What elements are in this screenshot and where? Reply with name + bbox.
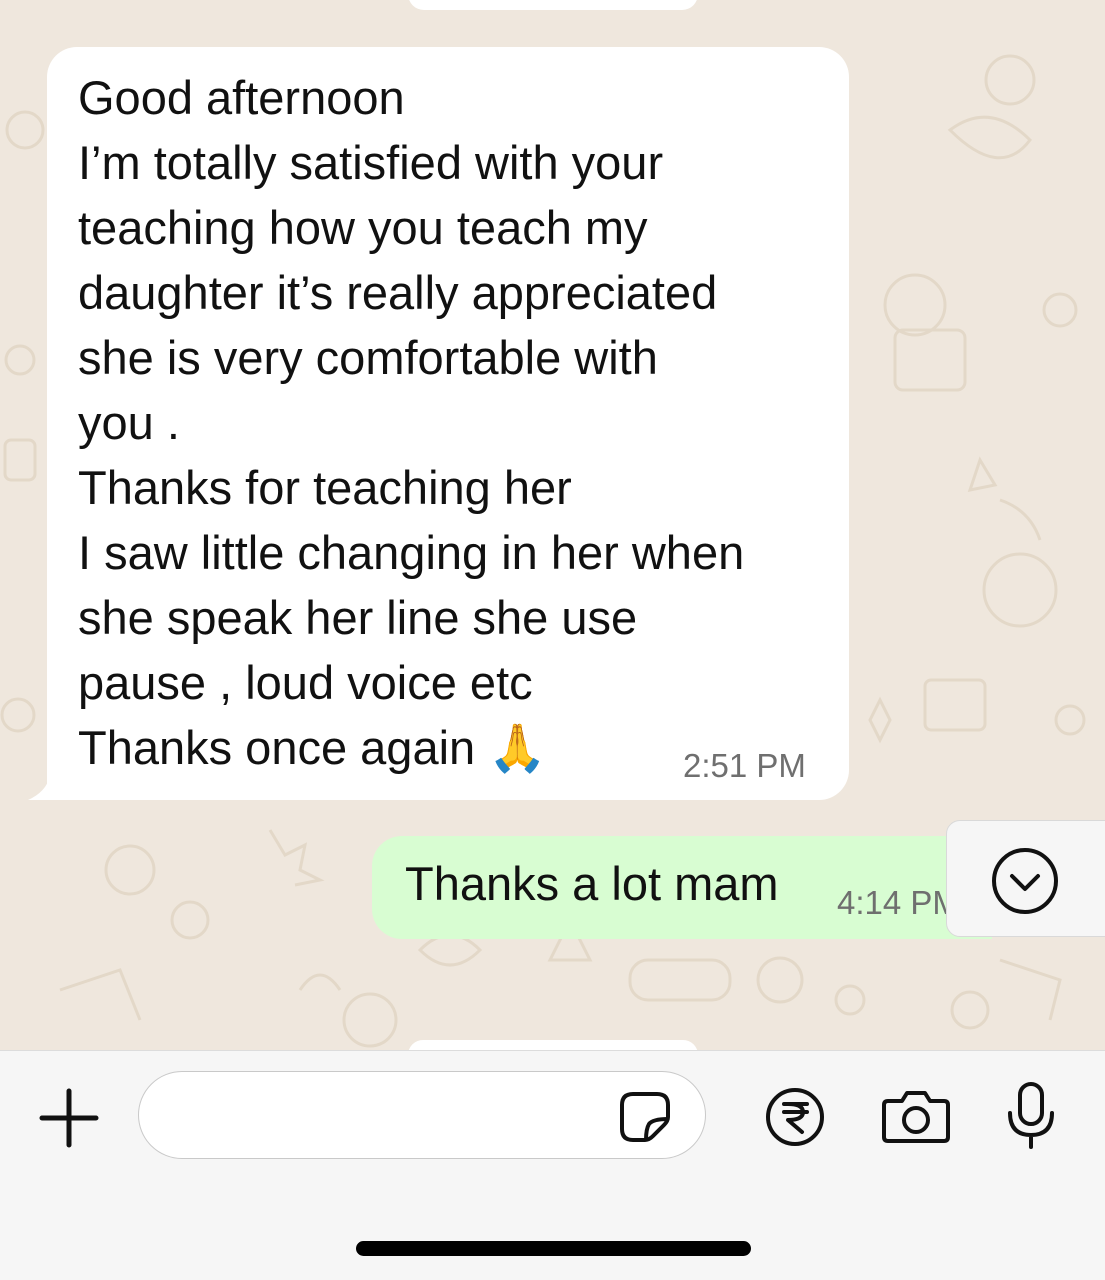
date-pill: [408, 1040, 698, 1050]
message-line: she is very comfortable with: [78, 331, 658, 384]
incoming-message-bubble[interactable]: Good afternoon I’m totally satisfied wit…: [28, 47, 849, 800]
message-line: you .: [78, 396, 180, 449]
home-indicator[interactable]: [356, 1241, 751, 1256]
message-line: teaching how you teach my: [78, 201, 648, 254]
message-input[interactable]: [163, 1086, 607, 1144]
date-pill: [408, 0, 698, 10]
chat-area[interactable]: Good afternoon I’m totally satisfied wit…: [0, 0, 1105, 1050]
camera-icon[interactable]: [880, 1089, 952, 1145]
message-input-field[interactable]: [138, 1071, 706, 1159]
message-timestamp: 2:51 PM: [683, 747, 806, 784]
sticker-icon[interactable]: [619, 1091, 671, 1143]
message-line: she speak her line she use: [78, 591, 638, 644]
message-line: I saw little changing in her when: [78, 526, 745, 579]
message-line: Good afternoon: [78, 71, 405, 124]
message-line: daughter it’s really appreciated: [78, 266, 718, 319]
outgoing-message-bubble[interactable]: Thanks a lot mam 4:14 PM: [372, 836, 992, 939]
rupee-icon[interactable]: [765, 1087, 825, 1147]
message-timestamp: 4:14 PM: [837, 884, 960, 921]
message-line: Thanks for teaching her: [78, 461, 572, 514]
scroll-to-bottom-button[interactable]: [946, 820, 1105, 937]
microphone-icon[interactable]: [1005, 1081, 1057, 1151]
message-line: Thanks once again 🙏: [78, 721, 547, 774]
message-line: pause , loud voice etc: [78, 656, 533, 709]
outgoing-message-text: Thanks a lot mam: [405, 857, 779, 910]
bubble-tail: [28, 776, 68, 800]
message-line: I’m totally satisfied with your: [78, 136, 664, 189]
chevron-down-circle-icon: [992, 848, 1058, 914]
plus-icon[interactable]: [38, 1087, 100, 1149]
